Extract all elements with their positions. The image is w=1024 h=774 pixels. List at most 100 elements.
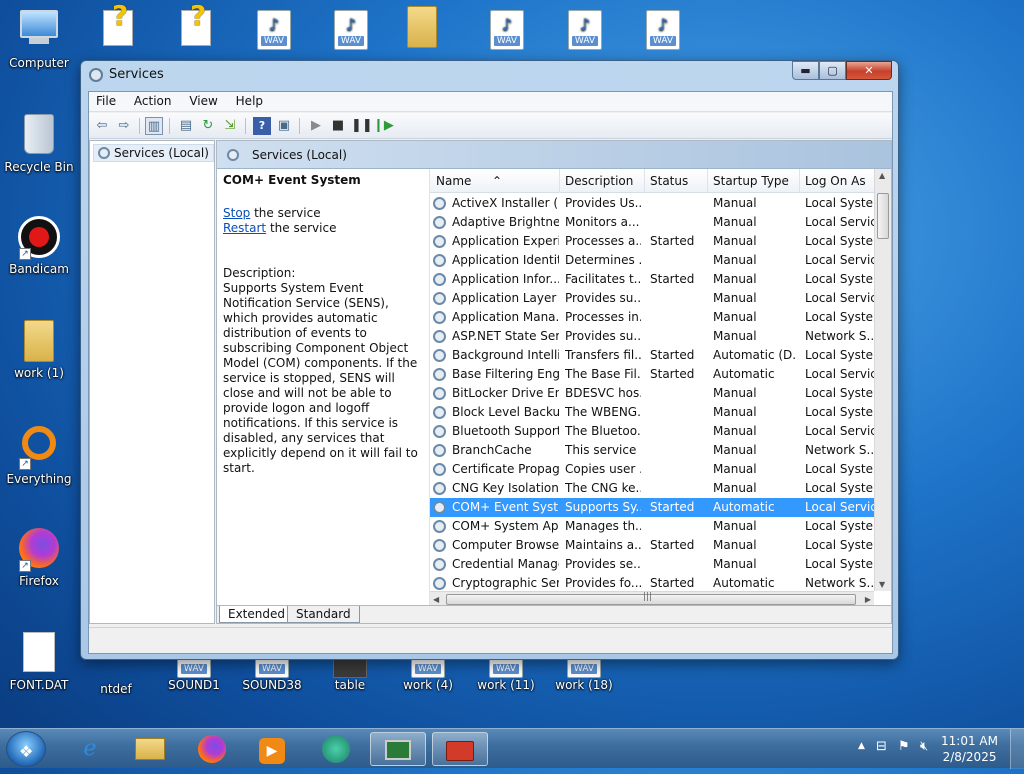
column-divider[interactable] bbox=[559, 169, 560, 193]
table-row[interactable]: ActiveX Installer (... Provides Us... Manu… bbox=[430, 194, 875, 213]
desktop-icon-work-4[interactable]: WAV work (4) bbox=[390, 656, 466, 692]
menu-help[interactable]: Help bbox=[229, 92, 270, 110]
column-header-log-on-as[interactable]: Log On As bbox=[805, 174, 866, 188]
taskbar-media-player[interactable]: ▶ bbox=[244, 732, 300, 766]
vertical-scroll-thumb[interactable] bbox=[877, 193, 889, 239]
vertical-scrollbar[interactable]: ▲ ▼ bbox=[874, 169, 891, 591]
scroll-down-arrow-icon[interactable]: ▼ bbox=[879, 580, 885, 589]
column-divider[interactable] bbox=[799, 169, 800, 193]
column-divider[interactable] bbox=[707, 169, 708, 193]
desktop-icon-bandicam[interactable]: ↗ Bandicam bbox=[1, 216, 77, 276]
table-row[interactable]: Background Intelli... Transfers fil... Sta… bbox=[430, 346, 875, 365]
table-row[interactable]: Application Identity Determines ... Manual… bbox=[430, 251, 875, 270]
table-row[interactable]: Credential Manager Provides se... Manual Lo… bbox=[430, 555, 875, 574]
desktop-icon-sound1[interactable]: WAV SOUND1 bbox=[156, 656, 232, 692]
desktop-icon-zip-folder[interactable] bbox=[384, 6, 460, 52]
table-row[interactable]: BranchCache This service ... Manual Network… bbox=[430, 441, 875, 460]
stop-service-icon[interactable]: ■ bbox=[329, 117, 347, 135]
table-row[interactable]: BitLocker Drive En... BDESVC hos... Manual… bbox=[430, 384, 875, 403]
minimize-button[interactable]: ▬ bbox=[792, 61, 819, 80]
desktop-icon-sound38[interactable]: WAV SOUND38 bbox=[234, 656, 310, 692]
taskbar-services[interactable] bbox=[432, 732, 488, 766]
table-row[interactable]: Application Experi... Processes a... Start… bbox=[430, 232, 875, 251]
desktop-icon-work-1[interactable]: work (1) bbox=[1, 320, 77, 380]
scroll-up-arrow-icon[interactable]: ▲ bbox=[879, 171, 885, 180]
table-row[interactable]: Block Level Backu... The WBENG... Manual Lo… bbox=[430, 403, 875, 422]
back-arrow-icon[interactable]: ⇦ bbox=[93, 117, 111, 135]
desktop-icon-computer[interactable]: Computer bbox=[1, 8, 77, 70]
table-row[interactable]: Application Infor... Facilitates t... Star… bbox=[430, 270, 875, 289]
menu-view[interactable]: View bbox=[182, 92, 224, 110]
desktop-icon-help-doc[interactable]: ? bbox=[158, 0, 234, 56]
desktop-icon-everything[interactable]: ↗ Everything bbox=[1, 424, 77, 486]
show-hidden-icons-arrow-icon[interactable]: ▲ bbox=[858, 741, 865, 751]
properties-icon[interactable]: ▤ bbox=[177, 117, 195, 135]
desktop-icon-ntdef[interactable]: ntdef bbox=[78, 664, 154, 696]
table-row[interactable]: CNG Key Isolation The CNG ke... Manual Loca… bbox=[430, 479, 875, 498]
refresh-icon[interactable]: ↻ bbox=[199, 117, 217, 135]
desktop-icon-wav[interactable]: ♪ WAV bbox=[313, 10, 389, 56]
column-header-startup-type[interactable]: Startup Type bbox=[713, 174, 789, 188]
forward-arrow-icon[interactable]: ⇨ bbox=[115, 117, 133, 135]
desktop-icon-firefox[interactable]: ↗ Firefox bbox=[1, 528, 77, 588]
column-header-description[interactable]: Description bbox=[565, 174, 633, 188]
desktop-icon-font-dat[interactable]: FONT.DAT bbox=[1, 632, 77, 692]
show-action-pane-icon[interactable]: ▣ bbox=[275, 117, 293, 135]
table-row[interactable]: Adaptive Brightness Monitors a... Manual Lo… bbox=[430, 213, 875, 232]
column-header-name[interactable]: Name bbox=[436, 174, 471, 188]
close-button[interactable]: ✕ bbox=[846, 61, 892, 80]
desktop-icon-wav[interactable]: ♪ WAV bbox=[469, 10, 545, 56]
horizontal-scroll-thumb[interactable]: ||| bbox=[446, 592, 856, 605]
table-row[interactable]: Bluetooth Support... The Bluetoo... Manual… bbox=[430, 422, 875, 441]
desktop-icon-wav[interactable]: ♪ WAV bbox=[625, 10, 701, 56]
title-bar[interactable]: Services ▬ ▢ ✕ bbox=[81, 61, 898, 89]
taskbar-task-manager[interactable] bbox=[370, 732, 426, 766]
table-row[interactable]: Certificate Propag... Copies user ... Manu… bbox=[430, 460, 875, 479]
menu-file[interactable]: File bbox=[89, 92, 123, 110]
restart-service-icon[interactable]: ❙▶ bbox=[373, 117, 394, 135]
desktop-icon-wav[interactable]: ♪ WAV bbox=[547, 10, 623, 56]
desktop-icon-work-18[interactable]: WAV work (18) bbox=[546, 656, 622, 692]
tree-node-services-local[interactable]: Services (Local) bbox=[93, 144, 214, 162]
pause-service-icon[interactable]: ❚❚ bbox=[351, 117, 373, 135]
stop-link[interactable]: Stop bbox=[223, 206, 250, 220]
volume-muted-icon[interactable]: 🔇︎ bbox=[920, 739, 928, 754]
table-row[interactable]: Application Layer ... Provides su... Manua… bbox=[430, 289, 875, 308]
show-desktop-button[interactable] bbox=[1010, 729, 1024, 769]
table-row[interactable]: Computer Browser Maintains a... Started Man… bbox=[430, 536, 875, 555]
table-row[interactable]: Base Filtering Engi... The Base Fil... Sta… bbox=[430, 365, 875, 384]
table-row[interactable]: Application Mana... Processes in... Manual… bbox=[430, 308, 875, 327]
desktop-icon-recycle-bin[interactable]: Recycle Bin bbox=[1, 112, 77, 174]
column-divider[interactable] bbox=[644, 169, 645, 193]
clock[interactable]: 11:01 AM 2/8/2025 bbox=[941, 733, 998, 765]
taskbar-chat-app[interactable] bbox=[308, 732, 364, 766]
tab-standard[interactable]: Standard bbox=[287, 606, 360, 623]
taskbar-internet-explorer[interactable]: ℯ bbox=[62, 732, 118, 766]
table-row[interactable]: COM+ Event Syst... Supports Sy... Started A… bbox=[430, 498, 875, 517]
scroll-right-arrow-icon[interactable]: ▶ bbox=[865, 595, 871, 604]
column-header-status[interactable]: Status bbox=[650, 174, 688, 188]
table-row[interactable]: ASP.NET State Ser... Provides su... Manual… bbox=[430, 327, 875, 346]
service-gear-icon bbox=[433, 216, 446, 229]
start-button[interactable]: ❖ bbox=[6, 731, 46, 767]
action-center-flag-icon[interactable]: ⚑ bbox=[898, 739, 910, 754]
restart-link[interactable]: Restart bbox=[223, 221, 266, 235]
desktop-icon-help-doc[interactable]: ? bbox=[80, 0, 156, 56]
tab-extended[interactable]: Extended bbox=[219, 606, 294, 623]
export-list-icon[interactable]: ⇲ bbox=[221, 117, 239, 135]
start-service-icon[interactable]: ▶ bbox=[307, 117, 325, 135]
show-hide-console-tree-icon[interactable]: ▥ bbox=[145, 117, 163, 135]
clock-date: 2/8/2025 bbox=[942, 750, 997, 764]
taskbar-firefox[interactable] bbox=[184, 732, 240, 766]
taskbar-windows-explorer[interactable] bbox=[122, 732, 178, 766]
scroll-left-arrow-icon[interactable]: ◀ bbox=[433, 595, 439, 604]
desktop-icon-table[interactable]: table bbox=[312, 656, 388, 692]
desktop-icon-wav[interactable]: ♪ WAV bbox=[236, 10, 312, 56]
table-cell: The Base Fil... bbox=[565, 367, 641, 381]
menu-action[interactable]: Action bbox=[127, 92, 179, 110]
desktop-icon-work-11[interactable]: WAV work (11) bbox=[468, 656, 544, 692]
table-row[interactable]: COM+ System Ap... Manages th... Manual Loca… bbox=[430, 517, 875, 536]
maximize-button[interactable]: ▢ bbox=[819, 61, 846, 80]
network-icon[interactable]: ⊟ bbox=[876, 739, 887, 754]
help-icon[interactable]: ? bbox=[253, 117, 271, 135]
